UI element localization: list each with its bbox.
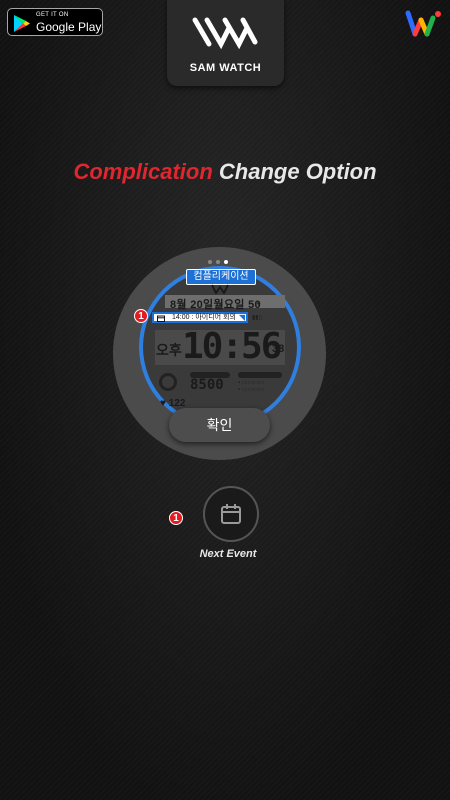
event-text: 14:00 : 아이디어 회의: [172, 314, 236, 321]
marker-badge: 1: [134, 309, 148, 323]
watch-time: 10:56: [182, 326, 282, 367]
play-store-icon: [14, 15, 30, 32]
complication-tab: 컴플리케이션: [186, 269, 256, 285]
ampm-label: 오후: [156, 342, 182, 358]
page-dot: [216, 260, 220, 264]
google-play-badge[interactable]: GET IT ON Google Play: [7, 8, 103, 36]
heart-rate: ♥ 122: [160, 398, 186, 409]
watch-date: 8월 20일월요일 50: [170, 299, 261, 311]
activity-ring-icon: [159, 373, 177, 391]
complication-slot-button[interactable]: [203, 486, 259, 542]
step-count: 8500: [190, 377, 224, 393]
calendar-icon: [221, 504, 241, 524]
calendar-small-icon: [157, 315, 165, 322]
battery-icon: ▮▮▯: [252, 315, 262, 321]
event-complication[interactable]: 14:00 : 아이디어 회의 ◥: [152, 312, 248, 323]
page-dot: [208, 260, 212, 264]
slot-label: Next Event: [199, 548, 257, 560]
sam-watch-logo: [192, 17, 258, 50]
corner-marker-icon: ◥: [238, 313, 245, 322]
page-dot-active: [224, 260, 228, 264]
headline-accent: Complication: [73, 159, 213, 184]
confirm-button[interactable]: 확인: [169, 408, 270, 442]
page-headline: Complication Change Option: [0, 159, 450, 185]
sam-watch-brand: SAM WATCH: [167, 0, 284, 86]
slot-badge: 1: [169, 511, 183, 525]
info-label-bar: [238, 372, 282, 378]
badge-caption: GET IT ON: [36, 12, 69, 18]
face-logo-icon: [211, 284, 229, 294]
brand-name: SAM WATCH: [189, 62, 262, 74]
page-indicator: [208, 260, 228, 264]
sun-icon: ☀: [255, 301, 262, 308]
app-w-logo: [405, 10, 441, 37]
badge-store-name: Google Play: [36, 20, 102, 34]
watch-seconds: 38: [272, 343, 285, 355]
info-values: ▪ ▭▭▭▭ ▪ ▭▭▭▭: [238, 380, 265, 393]
headline-rest: Change Option: [218, 159, 377, 184]
